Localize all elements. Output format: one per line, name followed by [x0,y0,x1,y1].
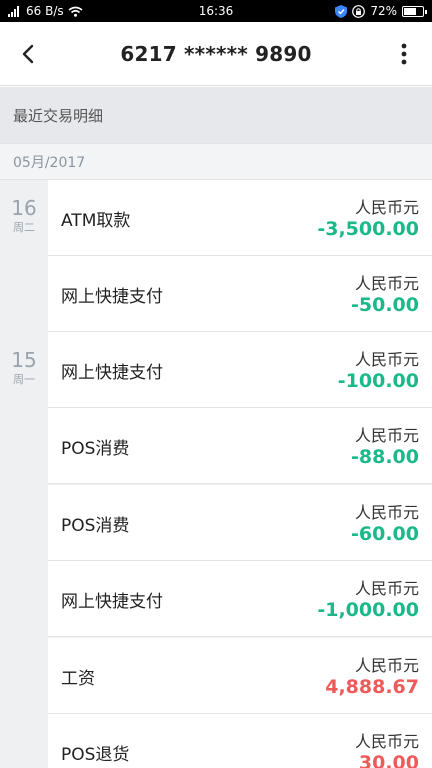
transaction-amount: -1,000.00 [317,599,419,621]
transaction-row[interactable]: POS消费 人民币元 -60.00 [48,485,432,561]
date-weekday: 周一 [13,373,35,386]
transaction-amount: -3,500.00 [317,218,419,240]
transaction-row[interactable]: ATM取款 人民币元 -3,500.00 [48,180,432,256]
month-label: 05月/2017 [0,143,432,180]
transaction-amount: -60.00 [351,523,419,545]
transaction-name: POS消费 [61,515,130,536]
app-header: 6217 ****** 9890 [0,22,432,86]
date-day: 15 [11,348,37,372]
transaction-row[interactable]: 工资 人民币元 4,888.67 [48,638,432,714]
status-right: 72% [335,4,427,18]
shield-icon [335,4,348,18]
transaction-currency: 人民币元 [354,350,419,369]
more-options-button[interactable] [384,34,424,74]
signal-icon [8,5,22,17]
lock-icon [352,4,366,18]
transaction-currency: 人民币元 [354,656,419,675]
chevron-left-icon [22,44,34,64]
network-speed: 66 B/s [26,4,64,18]
transaction-name: POS消费 [61,438,130,459]
transaction-name: 网上快捷支付 [61,591,163,612]
transaction-currency: 人民币元 [354,579,419,598]
transaction-list[interactable]: 16 周二 15 周一 ATM取款 人民币元 -3,500.00 网上快捷支付 … [0,180,432,768]
transaction-amount: 30.00 [358,752,419,768]
transaction-amount: -100.00 [337,370,419,392]
transaction-name: POS退货 [61,744,130,765]
transaction-name: 网上快捷支付 [61,286,163,307]
transaction-amount: -50.00 [351,294,419,316]
transaction-row[interactable]: 网上快捷支付 人民币元 -100.00 [48,332,432,408]
more-vertical-icon [401,43,407,65]
date-day: 16 [11,196,37,220]
section-title: 最近交易明细 [0,87,432,143]
status-bar: 66 B/s 16:36 72% [0,0,432,22]
back-button[interactable] [8,34,48,74]
page-title: 6217 ****** 9890 [120,41,312,66]
battery-icon [402,5,427,17]
battery-level [404,7,416,15]
transaction-amount: -88.00 [351,446,419,468]
transaction-row[interactable]: 网上快捷支付 人民币元 -50.00 [48,256,432,332]
transaction-currency: 人民币元 [354,198,419,217]
date-label: 16 周二 [0,196,48,236]
wifi-icon [68,6,83,17]
transaction-name: 网上快捷支付 [61,362,163,383]
date-label: 15 周一 [0,348,48,388]
transaction-row[interactable]: POS退货 人民币元 30.00 [48,714,432,768]
transaction-currency: 人民币元 [354,274,419,293]
transaction-currency: 人民币元 [354,426,419,445]
transaction-name: 工资 [61,668,95,689]
transaction-name: ATM取款 [61,210,131,231]
date-weekday: 周二 [13,221,35,234]
transaction-row[interactable]: 网上快捷支付 人民币元 -1,000.00 [48,561,432,637]
transaction-currency: 人民币元 [354,732,419,751]
transaction-row[interactable]: POS消费 人民币元 -88.00 [48,408,432,484]
battery-percent: 72% [370,4,397,18]
status-left: 66 B/s [8,4,83,18]
transaction-amount: 4,888.67 [325,676,419,698]
transaction-currency: 人民币元 [354,503,419,522]
